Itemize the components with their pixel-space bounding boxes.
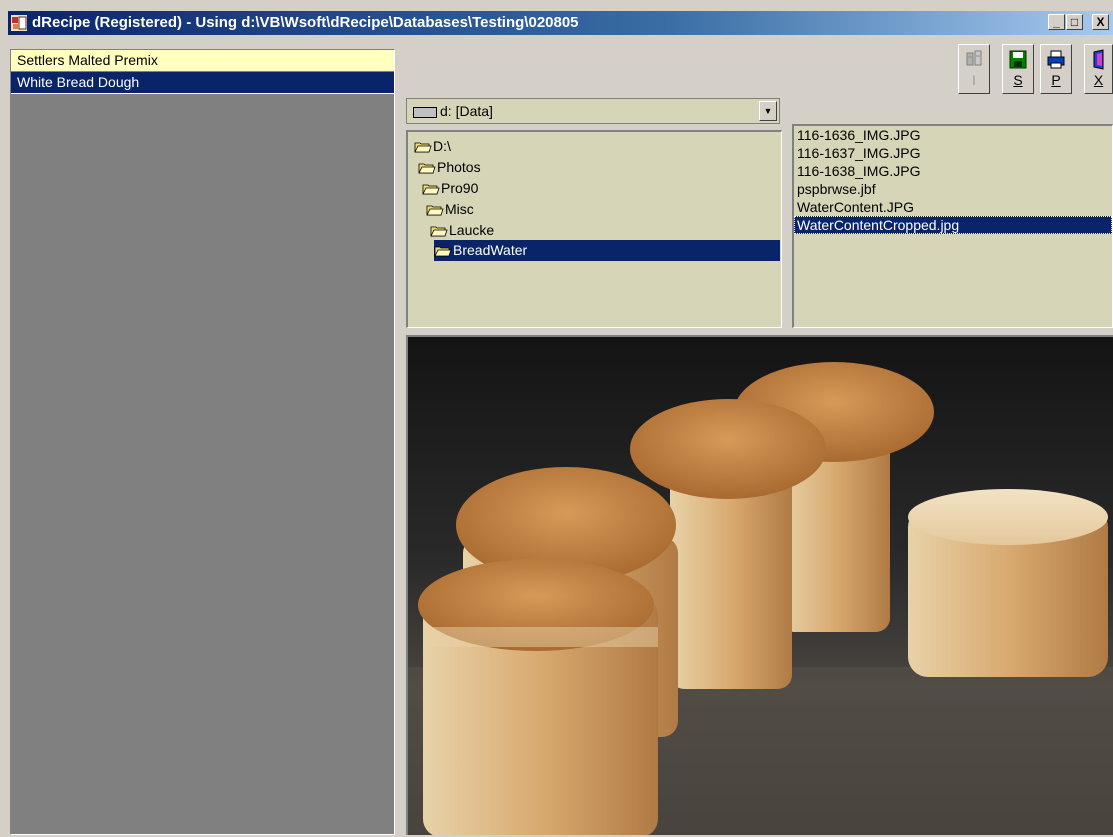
exit-button[interactable]: X (1084, 44, 1113, 94)
open-folder-icon (418, 163, 436, 174)
open-folder-icon (414, 142, 432, 153)
file-item[interactable]: 116-1637_IMG.JPG (794, 144, 1112, 162)
recipe-list[interactable]: Settlers Malted Premix White Bread Dough (10, 49, 395, 835)
close-button[interactable]: X (1092, 14, 1109, 30)
image-preview (406, 335, 1113, 835)
recipe-item[interactable]: Settlers Malted Premix (11, 50, 394, 72)
printer-icon (1047, 50, 1065, 69)
open-folder-icon (430, 226, 448, 237)
directory-item-selected[interactable]: BreadWater (434, 240, 780, 261)
directory-item[interactable]: Laucke (430, 220, 494, 241)
save-button[interactable]: S (1002, 44, 1034, 94)
title-bar[interactable]: dRecipe (Registered) - Using d:\VB\Wsoft… (8, 11, 1113, 35)
open-folder-icon (422, 184, 440, 195)
open-folder-icon (434, 246, 452, 257)
open-folder-icon (426, 205, 444, 216)
print-button-label: P (1051, 72, 1061, 88)
print-button[interactable]: P (1040, 44, 1072, 94)
directory-item[interactable]: Photos (418, 157, 481, 178)
drive-label: d: [Data] (440, 103, 493, 119)
app-window: dRecipe (Registered) - Using d:\VB\Wsoft… (0, 0, 1113, 837)
directory-item[interactable]: D:\ (414, 136, 451, 157)
bread-loaves-photo (408, 337, 1113, 835)
drive-combobox[interactable]: d: [Data] ▼ (406, 98, 780, 124)
file-list[interactable]: 116-1636_IMG.JPG 116-1637_IMG.JPG 116-16… (792, 124, 1113, 328)
app-icon (11, 15, 27, 31)
window-title: dRecipe (Registered) - Using d:\VB\Wsoft… (32, 14, 579, 31)
ingredients-button[interactable]: I (958, 44, 990, 94)
maximize-button[interactable]: □ (1066, 14, 1083, 30)
file-item[interactable]: WaterContent.JPG (794, 198, 1112, 216)
directory-list[interactable]: D:\ Photos Pro90 Misc Laucke BreadWater (406, 130, 782, 328)
directory-item[interactable]: Misc (426, 199, 474, 220)
file-item-selected[interactable]: WaterContentCropped.jpg (794, 216, 1112, 234)
file-item[interactable]: pspbrwse.jbf (794, 180, 1112, 198)
drive-icon (413, 106, 437, 118)
exit-button-label: X (1093, 72, 1104, 88)
ingredients-icon (966, 50, 982, 66)
save-button-label: S (1013, 72, 1023, 88)
dropdown-arrow-icon[interactable]: ▼ (759, 101, 777, 121)
exit-door-icon (1093, 49, 1103, 70)
file-item[interactable]: 116-1638_IMG.JPG (794, 162, 1112, 180)
ingredients-button-label: I (972, 72, 976, 88)
minimize-button[interactable]: _ (1048, 14, 1065, 30)
recipe-item-selected[interactable]: White Bread Dough (11, 72, 394, 94)
save-disk-icon (1009, 50, 1027, 69)
directory-item[interactable]: Pro90 (422, 178, 478, 199)
file-item[interactable]: 116-1636_IMG.JPG (794, 126, 1112, 144)
